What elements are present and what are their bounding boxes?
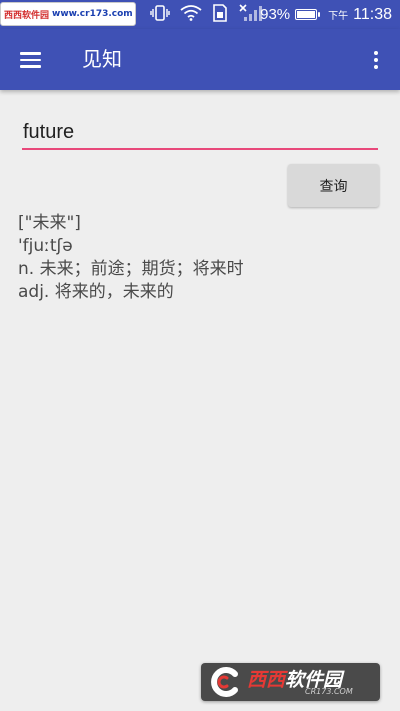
result-translation: ["未来"] bbox=[18, 213, 81, 233]
wifi-icon bbox=[180, 5, 202, 24]
overflow-dot bbox=[374, 65, 378, 69]
watermark-logo-icon bbox=[205, 666, 245, 698]
status-bar: 西西软件园 www.cr173.com 93% 下午 11:38 bbox=[0, 0, 400, 29]
overflow-dot bbox=[374, 58, 378, 62]
watermark-top: 西西软件园 www.cr173.com bbox=[0, 2, 136, 26]
watermark-top-url: www.cr173.com bbox=[52, 9, 133, 19]
app-title: 见知 bbox=[82, 47, 122, 71]
menu-bar bbox=[19, 52, 41, 55]
clock: 11:38 bbox=[353, 5, 392, 23]
more-vert-icon[interactable] bbox=[364, 43, 388, 77]
watermark-brand-red: 西西 bbox=[247, 669, 286, 691]
watermark-url: CR173.COM bbox=[305, 687, 353, 696]
battery-percent: 93% bbox=[260, 6, 291, 23]
menu-bar bbox=[19, 65, 41, 68]
menu-bar bbox=[19, 58, 41, 62]
query-button[interactable]: 查询 bbox=[288, 164, 379, 207]
result-phonetic: 'fjuːtʃə bbox=[18, 236, 73, 256]
watermark-bottom: 西西软件园 CR173.COM bbox=[201, 663, 380, 701]
sim-icon bbox=[212, 4, 228, 25]
overflow-dot bbox=[374, 51, 378, 55]
result-definition: n. 未来；前途；期货；将来时 bbox=[18, 259, 244, 279]
status-right: 93% 下午 11:38 bbox=[260, 0, 392, 29]
result-definition: adj. 将来的，未来的 bbox=[18, 282, 174, 302]
hamburger-menu-icon[interactable] bbox=[12, 42, 48, 78]
status-icons bbox=[150, 0, 262, 29]
battery-fill bbox=[297, 11, 316, 18]
watermark-top-cn: 西西软件园 bbox=[4, 10, 50, 21]
result-panel: ["未来"] 'fjuːtʃə n. 未来；前途；期货；将来时 adj. 将来的… bbox=[18, 212, 378, 304]
signal-icon bbox=[238, 4, 262, 25]
battery-icon bbox=[295, 9, 321, 20]
vibrate-icon bbox=[150, 5, 170, 24]
search-input[interactable] bbox=[22, 116, 378, 150]
app-bar: 见知 bbox=[0, 29, 400, 90]
time-ampm: 下午 bbox=[328, 11, 349, 22]
